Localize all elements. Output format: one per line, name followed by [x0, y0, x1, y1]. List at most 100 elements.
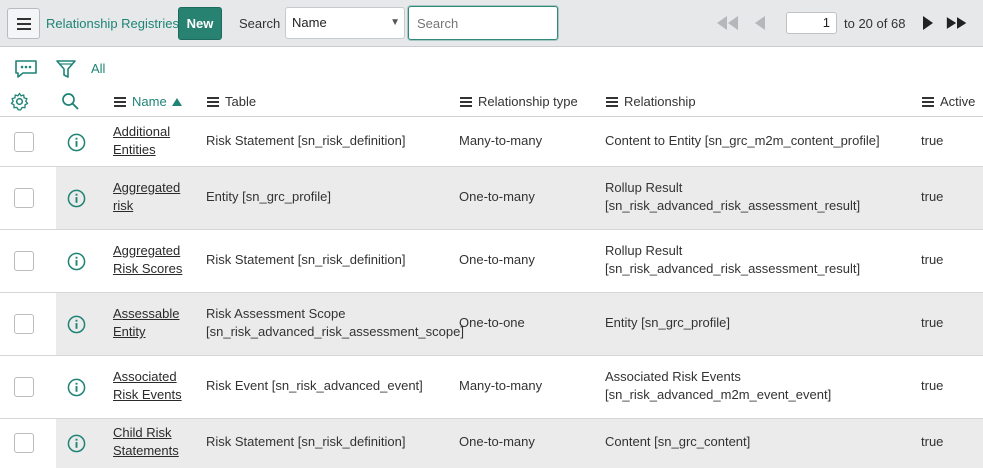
table-line: [sn_risk_advanced_risk_assessment_scope] [206, 324, 464, 339]
relationship-cell: Entity [sn_grc_profile] [605, 314, 730, 332]
relationship-cell: Associated Risk Events [sn_risk_advanced… [605, 368, 831, 404]
table-line: Entity [sn_grc_profile] [206, 189, 332, 204]
name-link[interactable]: Associated Risk Events [113, 368, 182, 404]
relationship-line: Associated Risk Events [605, 369, 741, 384]
name-link[interactable]: Additional Entities [113, 123, 170, 159]
page-number-input[interactable]: 1 [786, 12, 837, 34]
column-relationship[interactable]: Relationship [606, 94, 696, 109]
column-active-label: Active [940, 94, 976, 109]
info-icon[interactable] [67, 133, 86, 152]
name-line: Associated [113, 369, 177, 384]
name-line: risk [113, 198, 134, 213]
row-checkbox[interactable] [14, 188, 34, 208]
gear-icon[interactable] [10, 92, 29, 111]
relationship-line: Content to Entity [sn_grc_m2m_content_pr… [605, 133, 880, 148]
table-cell: Risk Assessment Scope [sn_risk_advanced_… [206, 305, 464, 341]
next-page-icon[interactable] [917, 14, 939, 32]
name-line: Statements [113, 443, 179, 458]
search-input[interactable] [408, 6, 558, 40]
column-table[interactable]: Table [207, 94, 256, 109]
search-field-select[interactable]: Name ▼ [285, 7, 405, 39]
column-name-label: Name [132, 94, 167, 109]
table-line: Risk Statement [sn_risk_definition] [206, 252, 406, 267]
relationship-line: Rollup Result [605, 180, 683, 195]
relationship-line: [sn_risk_advanced_risk_assessment_result… [605, 261, 861, 276]
active-cell: true [921, 378, 944, 393]
column-relationship-type[interactable]: Relationship type [460, 94, 578, 109]
column-name[interactable]: Name [114, 94, 182, 109]
active-cell: true [921, 252, 944, 267]
relationship-line: Entity [sn_grc_profile] [605, 315, 731, 330]
name-link[interactable]: Aggregated Risk Scores [113, 242, 182, 278]
page-range-text: to 20 of 68 [844, 16, 906, 31]
relationship-cell: Content [sn_grc_content] [605, 433, 750, 451]
previous-page-icon[interactable] [749, 14, 771, 32]
column-menu-icon[interactable] [207, 96, 219, 107]
first-page-icon[interactable] [716, 14, 738, 32]
sort-ascending-icon [171, 97, 182, 106]
dropdown-arrow-icon: ▼ [390, 17, 400, 28]
relationship-type-cell: One-to-one [459, 315, 525, 330]
column-menu-icon[interactable] [114, 96, 126, 107]
row-checkbox[interactable] [14, 132, 34, 152]
relationship-type-cell: Many-to-many [459, 133, 543, 148]
info-icon[interactable] [67, 315, 86, 334]
relationship-type-cell: Many-to-many [459, 378, 543, 393]
active-cell: true [921, 434, 944, 449]
list-header: Relationship Registries New Search Name … [0, 0, 983, 47]
relationship-line: Rollup Result [605, 243, 683, 258]
name-line: Assessable [113, 306, 180, 321]
name-line: Entities [113, 142, 156, 157]
table-cell: Risk Statement [sn_risk_definition] [206, 251, 405, 269]
column-menu-icon[interactable] [922, 96, 934, 107]
info-icon[interactable] [67, 378, 86, 397]
hamburger-menu-button[interactable] [7, 8, 40, 39]
column-menu-icon[interactable] [606, 96, 618, 107]
new-button[interactable]: New [178, 7, 222, 40]
table-cell: Risk Statement [sn_risk_definition] [206, 132, 405, 150]
table-row: Additional Entities Risk Statement [sn_r… [0, 117, 983, 167]
filter-icon[interactable] [55, 58, 77, 80]
table-row: Aggregated Risk Scores Risk Statement [s… [0, 230, 983, 293]
name-line: Entity [113, 324, 146, 339]
list-title[interactable]: Relationship Registries [46, 16, 179, 31]
filter-breadcrumb-all[interactable]: All [91, 61, 105, 76]
name-line: Risk Events [113, 387, 182, 402]
relationship-type-cell: One-to-many [459, 252, 535, 267]
table-cell: Entity [sn_grc_profile] [206, 188, 331, 206]
table-cell: Risk Statement [sn_risk_definition] [206, 433, 405, 451]
table-row: Child Risk Statements Risk Statement [sn… [0, 419, 983, 468]
active-cell: true [921, 315, 944, 330]
relationship-type-cell: One-to-many [459, 189, 535, 204]
column-menu-icon[interactable] [460, 96, 472, 107]
name-line: Aggregated [113, 243, 181, 258]
active-cell: true [921, 189, 944, 204]
active-cell: true [921, 133, 944, 148]
row-checkbox[interactable] [14, 314, 34, 334]
column-relationship-type-label: Relationship type [478, 94, 578, 109]
name-link[interactable]: Aggregated risk [113, 179, 180, 215]
last-page-icon[interactable] [946, 14, 968, 32]
row-checkbox[interactable] [14, 433, 34, 453]
hamburger-icon [16, 17, 31, 30]
table-line: Risk Statement [sn_risk_definition] [206, 133, 406, 148]
name-line: Additional [113, 124, 171, 139]
search-field-value: Name [292, 15, 327, 30]
column-relationship-label: Relationship [624, 94, 696, 109]
search-icon[interactable] [61, 92, 79, 110]
name-line: Aggregated [113, 180, 181, 195]
column-active[interactable]: Active [922, 94, 975, 109]
table-row: Assessable Entity Risk Assessment Scope … [0, 293, 983, 356]
row-checkbox[interactable] [14, 377, 34, 397]
info-icon[interactable] [67, 434, 86, 453]
column-table-label: Table [225, 94, 257, 109]
info-icon[interactable] [67, 252, 86, 271]
relationship-line: Content [sn_grc_content] [605, 434, 751, 449]
row-checkbox[interactable] [14, 251, 34, 271]
name-link[interactable]: Child Risk Statements [113, 424, 179, 460]
name-line: Child Risk [113, 425, 172, 440]
table-cell: Risk Event [sn_risk_advanced_event] [206, 377, 423, 395]
name-link[interactable]: Assessable Entity [113, 305, 179, 341]
activity-stream-icon[interactable] [14, 59, 38, 79]
info-icon[interactable] [67, 189, 86, 208]
